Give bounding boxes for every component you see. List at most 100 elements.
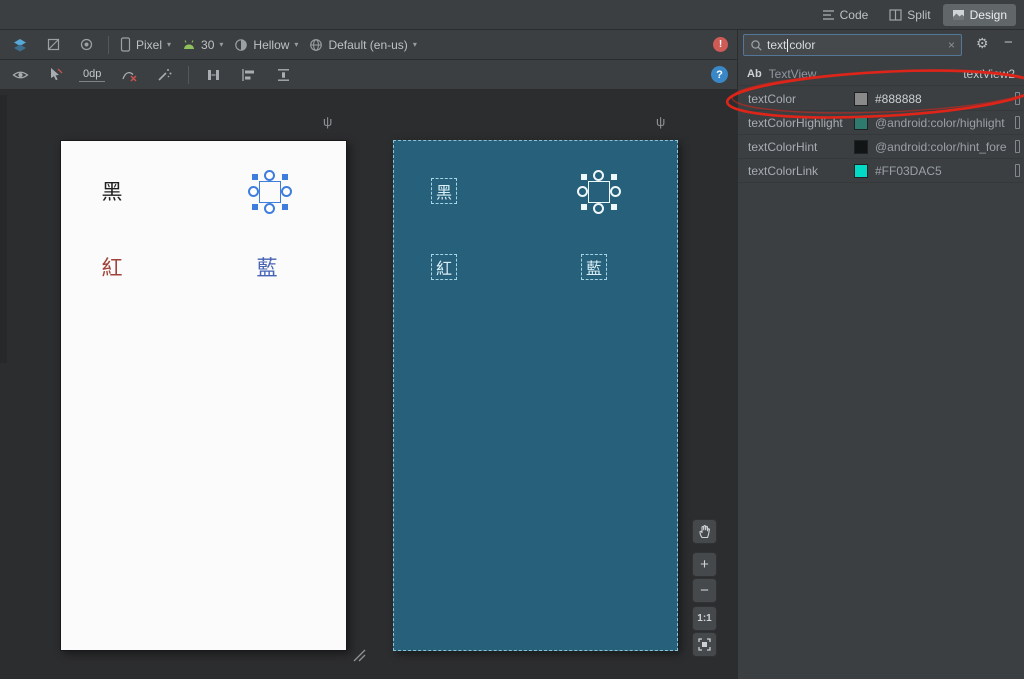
textview-red-blueprint[interactable]: 紅 <box>431 254 457 280</box>
resize-handle-icon[interactable] <box>282 174 288 180</box>
constraint-anchor-icon[interactable] <box>593 170 604 181</box>
attribute-row-textcolorhint[interactable]: textColorHint @android:color/hint_fore <box>738 135 1024 159</box>
design-surface[interactable]: ψ ψ 黑 紅 藍 黑 紅 藍 + − 1:1 <box>0 90 737 679</box>
attribute-list: textColor #888888 textColorHighlight @an… <box>738 87 1024 183</box>
chevron-down-icon: ▾ <box>294 39 299 49</box>
color-swatch[interactable] <box>854 164 868 178</box>
color-swatch[interactable] <box>854 116 868 130</box>
design-icon <box>952 9 965 21</box>
clear-search-icon[interactable]: × <box>948 39 955 51</box>
selected-textview[interactable] <box>248 170 292 214</box>
textview-black-blueprint-label: 黑 <box>435 183 452 202</box>
design-mode-label: Design <box>969 7 1007 22</box>
attribute-row-textcolorlink[interactable]: textColorLink #FF03DAC5 <box>738 159 1024 183</box>
constraint-anchor-icon[interactable] <box>281 186 292 197</box>
resize-handle-icon[interactable] <box>252 174 258 180</box>
textview-blue-blueprint[interactable]: 藍 <box>581 254 607 280</box>
device-selector[interactable]: Pixel ▾ <box>120 37 171 52</box>
clear-constraints-icon[interactable] <box>118 64 140 86</box>
attributes-panel: text color × ⚙ − Ab TextView textView2 te… <box>737 30 1024 679</box>
textview-blue[interactable]: 藍 <box>253 253 281 281</box>
selected-textview-blueprint[interactable] <box>577 170 621 214</box>
attribute-value[interactable]: @android:color/highlight <box>875 116 1010 130</box>
android-icon <box>182 39 196 51</box>
locale-label: Default (en-us) <box>328 37 408 52</box>
default-margin-value: 0dp <box>83 68 102 80</box>
locale-selector[interactable]: Default (en-us) ▾ <box>309 37 417 52</box>
blueprint-view-phone[interactable]: 黑 紅 藍 <box>393 140 678 651</box>
design-mode-button[interactable]: Design <box>942 3 1016 26</box>
api-level-selector[interactable]: 30 ▾ <box>182 38 223 52</box>
editor-mode-bar: Code Split Design <box>0 0 1024 30</box>
pick-resource-button[interactable] <box>1015 116 1020 129</box>
design-surface-icon[interactable] <box>9 34 31 56</box>
design-view-phone[interactable]: 黑 紅 藍 <box>60 140 347 651</box>
code-mode-button[interactable]: Code <box>813 4 878 26</box>
pick-resource-button[interactable] <box>1015 164 1020 177</box>
component-type-label: TextView <box>768 66 817 81</box>
textview-black[interactable]: 黑 <box>98 177 126 205</box>
textview-blue-blueprint-label: 藍 <box>585 259 602 278</box>
attribute-name: textColorHighlight <box>748 116 843 130</box>
zoom-to-fit-button[interactable] <box>692 632 717 657</box>
theme-selector[interactable]: Hellow ▾ <box>234 38 298 52</box>
constraint-anchor-icon[interactable] <box>264 203 275 214</box>
resize-handle-icon[interactable] <box>252 204 258 210</box>
component-header: Ab TextView textView2 <box>738 62 1024 86</box>
gear-icon[interactable]: ⚙ <box>976 36 989 50</box>
guidelines-icon[interactable] <box>272 64 294 86</box>
hide-panel-icon[interactable]: − <box>1004 35 1013 50</box>
design-toolbar: Pixel ▾ 30 ▾ Hellow ▾ Default (en-us) ▾ … <box>0 30 737 60</box>
pick-resource-button[interactable] <box>1015 140 1020 153</box>
phone-icon <box>120 37 131 52</box>
zoom-in-button[interactable]: + <box>692 552 717 577</box>
search-icon <box>750 39 764 52</box>
resize-handle-icon[interactable] <box>581 204 587 210</box>
constraint-anchor-icon[interactable] <box>610 186 621 197</box>
textview-red[interactable]: 紅 <box>98 253 126 281</box>
attribute-name: textColor <box>748 92 797 106</box>
view-options-eye-icon[interactable] <box>9 64 31 86</box>
constraint-anchor-icon[interactable] <box>248 186 259 197</box>
autoconnect-pointer-icon[interactable] <box>44 64 66 86</box>
attribute-value[interactable]: #888888 <box>875 92 1010 106</box>
canvas-resize-handle[interactable] <box>350 646 367 663</box>
pack-icon[interactable] <box>202 64 224 86</box>
textview-black-label: 黑 <box>101 180 123 204</box>
attribute-row-textcolor[interactable]: textColor #888888 <box>738 87 1024 111</box>
attributes-search-input[interactable]: text color × <box>743 34 962 56</box>
resize-handle-icon[interactable] <box>581 174 587 180</box>
zoom-reset-button[interactable]: 1:1 <box>692 606 717 631</box>
ui-mode-icon[interactable] <box>75 34 97 56</box>
chevron-down-icon: ▾ <box>412 39 417 49</box>
constraint-anchor-icon[interactable] <box>264 170 275 181</box>
attribute-row-textcolorhighlight[interactable]: textColorHighlight @android:color/highli… <box>738 111 1024 135</box>
pick-resource-button[interactable] <box>1015 92 1020 105</box>
attribute-value[interactable]: #FF03DAC5 <box>875 164 1010 178</box>
left-tool-stripe <box>0 95 7 363</box>
device-label: Pixel <box>136 37 163 52</box>
constraint-anchor-icon[interactable] <box>593 203 604 214</box>
textview-black-blueprint[interactable]: 黑 <box>431 178 457 204</box>
pan-hand-button[interactable] <box>692 519 717 544</box>
selection-border <box>259 181 281 203</box>
infer-constraints-wand-icon[interactable] <box>153 64 175 86</box>
color-swatch[interactable] <box>854 140 868 154</box>
resize-handle-icon[interactable] <box>611 204 617 210</box>
split-mode-button[interactable]: Split <box>880 4 939 26</box>
zoom-out-button[interactable]: − <box>692 578 717 603</box>
globe-icon <box>309 38 323 52</box>
resize-handle-icon[interactable] <box>611 174 617 180</box>
toolbar-divider <box>108 35 109 54</box>
constraint-anchor-icon[interactable] <box>577 186 588 197</box>
attribute-value[interactable]: @android:color/hint_fore <box>875 140 1010 154</box>
resize-handle-icon[interactable] <box>282 204 288 210</box>
align-icon[interactable] <box>237 64 259 86</box>
component-id-label: textView2 <box>963 66 1015 81</box>
help-button[interactable]: ? <box>711 66 728 83</box>
error-indicator-badge[interactable]: ! <box>713 37 728 52</box>
textview-blue-label: 藍 <box>256 256 278 280</box>
color-swatch[interactable] <box>854 92 868 106</box>
default-margin-selector[interactable]: 0dp <box>79 67 106 82</box>
blueprint-toggle-icon[interactable] <box>42 34 64 56</box>
